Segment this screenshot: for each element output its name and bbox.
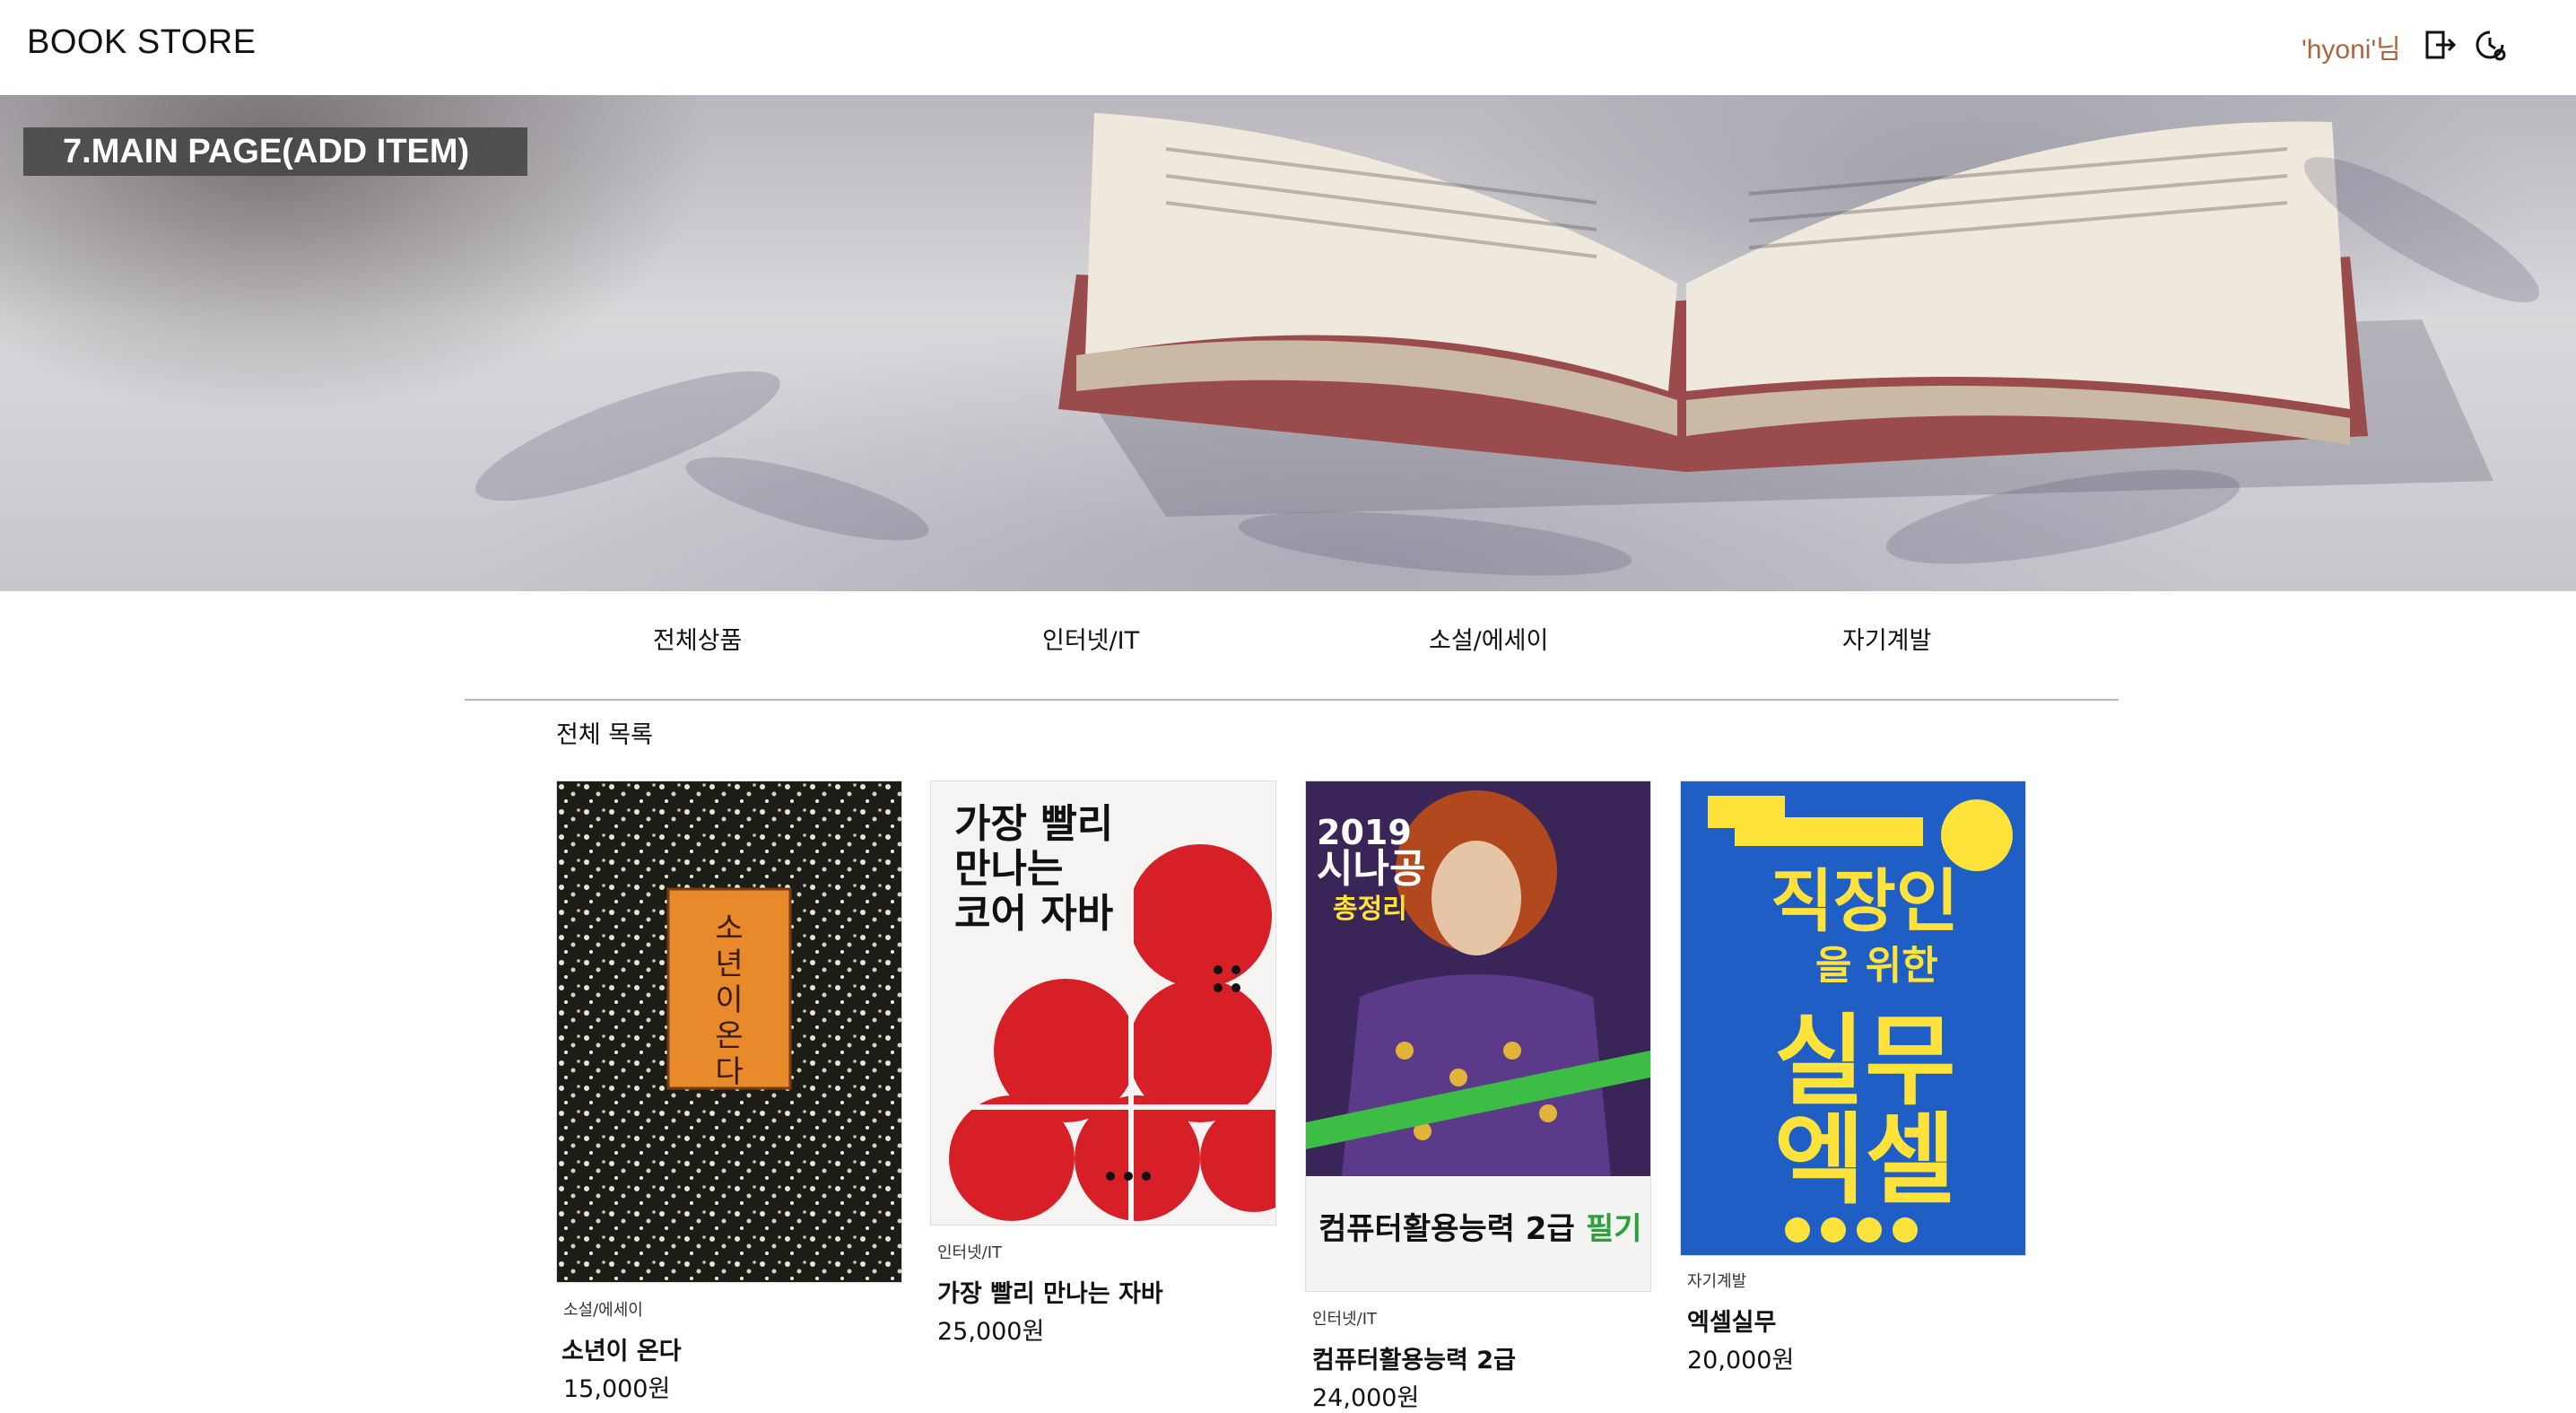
product-price: 24,000원	[1312, 1384, 1420, 1412]
svg-text:컴퓨터활용능력 2급: 컴퓨터활용능력 2급	[1318, 1211, 1575, 1247]
hero-banner: 7.MAIN PAGE(ADD ITEM)	[0, 95, 2576, 591]
product-title[interactable]: 컴퓨터활용능력 2급	[1312, 1340, 1516, 1375]
product-category: 인터넷/IT	[937, 1243, 1003, 1262]
book-cover-image: 소 년 이 온 다	[556, 781, 902, 1283]
book-cover-image: 직장인 을 위한 실무 엑셀	[1680, 781, 2026, 1256]
section-title: 전체 목록	[556, 721, 653, 749]
svg-text:온: 온	[715, 1018, 743, 1054]
svg-text:실무: 실무	[1774, 1004, 1955, 1119]
svg-text:을 위한: 을 위한	[1815, 943, 1938, 989]
svg-text:다: 다	[715, 1054, 743, 1090]
svg-text:코어 자바 9: 코어 자바 9	[954, 891, 1154, 937]
settings-history-icon[interactable]	[2472, 27, 2508, 63]
svg-text:필기: 필기	[1586, 1211, 1642, 1247]
tab-all-products[interactable]: 전체상품	[653, 621, 742, 656]
product-category: 소설/에세이	[563, 1301, 643, 1320]
svg-text:시나공: 시나공	[1317, 846, 1425, 892]
svg-text:이: 이	[715, 982, 743, 1018]
tab-novel-essay[interactable]: 소설/에세이	[1429, 621, 1548, 656]
product-card[interactable]: 가장 빨리 만나는 코어 자바 9 인터넷/IT 가장 빨리 만나는 자바 25…	[930, 781, 1276, 1355]
product-category: 인터넷/IT	[1312, 1310, 1378, 1329]
top-header: BOOK STORE 'hyoni'님	[0, 0, 2576, 95]
store-logo[interactable]: BOOK STORE	[27, 23, 257, 62]
product-card[interactable]: 소 년 이 온 다 소설/에세이 소년이 온다 15,000원	[556, 781, 902, 1409]
product-price: 15,000원	[563, 1375, 671, 1403]
page-tag: 7.MAIN PAGE(ADD ITEM)	[23, 127, 527, 176]
book-cover-image: 가장 빨리 만나는 코어 자바 9	[930, 781, 1276, 1225]
svg-text:년: 년	[715, 946, 743, 982]
user-greeting: 'hyoni'님	[2302, 35, 2401, 65]
product-title[interactable]: 가장 빨리 만나는 자바	[937, 1274, 1163, 1309]
svg-text:엑셀: 엑셀	[1774, 1103, 1955, 1217]
svg-text:총정리: 총정리	[1333, 894, 1407, 925]
book-cover-image: 2019 시나공 총정리 컴퓨터활용능력 2급 필기	[1305, 781, 1651, 1292]
product-price: 20,000원	[1687, 1347, 1795, 1374]
product-price: 25,000원	[937, 1318, 1045, 1346]
product-title[interactable]: 소년이 온다	[561, 1331, 682, 1366]
tab-internet-it[interactable]: 인터넷/IT	[1042, 621, 1139, 656]
svg-text:소: 소	[715, 911, 743, 946]
product-category: 자기계발	[1687, 1272, 1747, 1291]
svg-text:가장 빨리: 가장 빨리	[954, 801, 1113, 847]
tab-self-development[interactable]: 자기계발	[1842, 621, 1931, 656]
nav-divider	[465, 699, 2119, 701]
logout-icon[interactable]	[2422, 27, 2458, 63]
svg-text:직장인: 직장인	[1771, 861, 1959, 941]
product-title[interactable]: 엑셀실무	[1687, 1303, 1776, 1338]
product-card[interactable]: 직장인 을 위한 실무 엑셀 자기계발 엑셀실무 20,000원	[1680, 781, 2026, 1391]
svg-text:만나는: 만나는	[954, 846, 1063, 892]
product-card[interactable]: 2019 시나공 총정리 컴퓨터활용능력 2급 필기 인터넷/IT 컴퓨터활용능…	[1305, 781, 1651, 1412]
